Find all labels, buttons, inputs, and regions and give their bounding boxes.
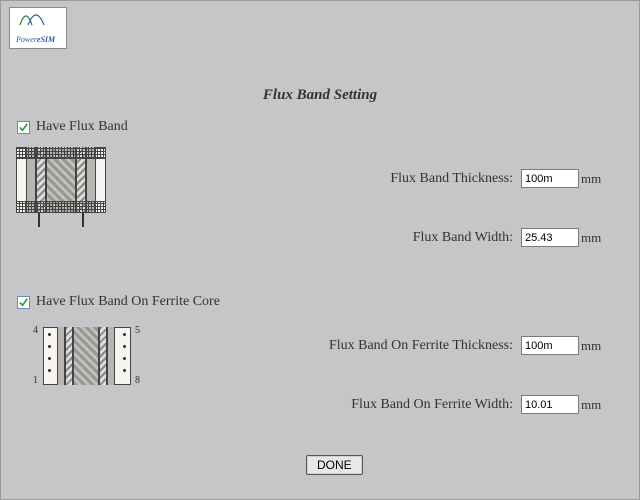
have-flux-band-ferrite-row: Have Flux Band On Ferrite Core [17,294,220,310]
flux-band-thickness-unit: mm [581,171,601,187]
flux-band-width-label: Flux Band Width: [365,230,513,246]
page-title: Flux Band Setting [263,87,377,104]
flux-band-width-unit: mm [581,230,601,246]
have-flux-band-ferrite-label: Have Flux Band On Ferrite Core [36,294,220,310]
ferrite-thickness-row: Flux Band On Ferrite Thickness: mm [307,336,601,355]
pin-5-label: 5 [135,325,140,336]
flux-band-width-input[interactable] [521,228,579,247]
have-flux-band-label: Have Flux Band [36,119,128,135]
flux-band-diagram [16,143,106,228]
have-flux-band-checkbox[interactable] [17,121,30,134]
flux-band-width-row: Flux Band Width: mm [365,228,601,247]
have-flux-band-row: Have Flux Band [17,119,128,135]
ferrite-thickness-unit: mm [581,338,601,354]
done-button[interactable]: DONE [306,455,363,475]
pin-8-label: 8 [135,375,140,386]
ferrite-width-label: Flux Band On Ferrite Width: [307,397,513,413]
check-icon [19,123,28,132]
pin-1-label: 1 [33,375,38,386]
ferrite-thickness-input[interactable] [521,336,579,355]
flux-band-thickness-input[interactable] [521,169,579,188]
check-icon [19,298,28,307]
have-flux-band-ferrite-checkbox[interactable] [17,296,30,309]
flux-band-thickness-label: Flux Band Thickness: [365,171,513,187]
flux-band-thickness-row: Flux Band Thickness: mm [365,169,601,188]
ferrite-width-input[interactable] [521,395,579,414]
logo: PowereSIM [9,7,67,49]
ferrite-width-unit: mm [581,397,601,413]
pin-4-label: 4 [33,325,38,336]
ferrite-thickness-label: Flux Band On Ferrite Thickness: [307,338,513,354]
logo-wave-icon [18,11,58,29]
logo-text: PowereSIM [16,35,55,44]
ferrite-width-row: Flux Band On Ferrite Width: mm [307,395,601,414]
flux-band-ferrite-diagram: 4 5 1 8 [27,321,147,393]
